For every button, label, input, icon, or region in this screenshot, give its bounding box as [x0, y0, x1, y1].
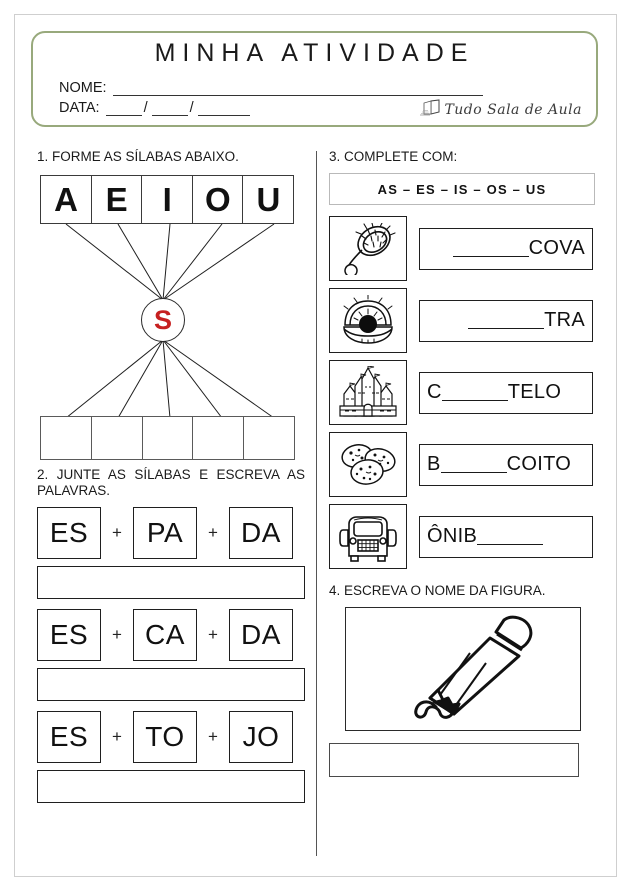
word-prefix: B — [427, 453, 441, 475]
left-column: 1. FORME AS SÍLABAS ABAIXO. A E I O U S … — [37, 149, 305, 813]
syllable-answer-box[interactable] — [243, 416, 296, 460]
syllable-box[interactable]: ES — [37, 711, 101, 763]
complete-item-row: ÔNIB — [329, 504, 595, 569]
figure-name-answer-bar[interactable] — [329, 743, 579, 777]
right-column: 3. COMPLETE COM: AS – ES – IS – OS – US — [329, 149, 595, 777]
syllable-answer-box[interactable] — [90, 416, 143, 460]
fill-blank[interactable] — [468, 312, 545, 329]
syllable-box[interactable]: ES — [37, 507, 101, 559]
word-prefix: C — [427, 381, 442, 403]
date-label: DATA: — [59, 100, 100, 116]
word-suffix: COVA — [528, 237, 585, 259]
date-field-row: DATA: / / — [59, 100, 250, 116]
date-separator-2: / — [189, 100, 194, 116]
complete-item-row: TRA — [329, 288, 595, 353]
syllable-box[interactable]: JO — [229, 711, 293, 763]
picture-frame — [329, 360, 407, 425]
syllable-answer-box[interactable] — [141, 416, 194, 460]
complete-item-row: C TELO — [329, 360, 595, 425]
page-title: MINHA ATIVIDADE — [154, 39, 475, 67]
plus-sign: + — [208, 523, 218, 542]
word-answer-bar[interactable] — [37, 770, 305, 803]
word-answer-bar[interactable] — [37, 668, 305, 701]
word-answer-bar[interactable] — [37, 566, 305, 599]
fill-blank[interactable] — [477, 528, 544, 545]
brand-name: Tudo Sala de Aula — [444, 102, 582, 118]
answer-word-box[interactable]: ÔNIB — [419, 515, 593, 558]
figure-frame — [345, 607, 581, 731]
picture-frame — [329, 504, 407, 569]
complete-item-row: COVA — [329, 216, 595, 281]
section4-instruction: 4. ESCREVA O NOME DA FIGURA. — [329, 583, 546, 598]
section2-row: ES + CA + DA — [37, 609, 305, 701]
section1-diagram: A E I O U S — [37, 173, 305, 463]
word-bank: AS – ES – IS – OS – US — [329, 173, 595, 205]
section2-instruction: 2. JUNTE AS SÍLABAS E ESCREVA AS PALAVRA… — [37, 467, 305, 498]
date-separator-1: / — [143, 100, 148, 116]
fill-blank[interactable] — [441, 384, 508, 401]
section3-instruction: 3. COMPLETE COM: — [329, 149, 458, 164]
plus-sign: + — [112, 625, 122, 644]
hairbrush-icon — [337, 222, 399, 275]
section2-row: ES + PA + DA — [37, 507, 305, 599]
answer-word-box[interactable]: COVA — [419, 227, 593, 270]
complete-item-row: B COITO — [329, 432, 595, 497]
syllable-equation-3: ES + TO + JO — [37, 711, 305, 763]
oyster-shell-icon — [337, 294, 399, 347]
name-label: NOME: — [59, 80, 107, 96]
syllable-box[interactable]: CA — [133, 609, 197, 661]
answer-word-box[interactable]: TRA — [419, 299, 593, 342]
plus-sign: + — [112, 727, 122, 746]
book-door-icon — [419, 99, 441, 121]
cookies-icon — [337, 439, 399, 491]
worksheet-page: MINHA ATIVIDADE NOME: DATA: / / Tudo Sala … — [14, 14, 617, 877]
date-month-input[interactable] — [151, 102, 188, 116]
answer-word-box[interactable]: B COITO — [419, 443, 593, 486]
plus-sign: + — [112, 523, 122, 542]
bus-icon — [337, 512, 399, 562]
date-day-input[interactable] — [105, 102, 142, 116]
brand-logo: Tudo Sala de Aula — [419, 99, 582, 121]
pencil-icon — [358, 612, 568, 727]
word-prefix: ÔNIB — [427, 525, 478, 547]
section1-instruction: 1. FORME AS SÍLABAS ABAIXO. — [37, 149, 239, 164]
column-divider — [316, 151, 317, 856]
syllable-answer-box[interactable] — [40, 416, 92, 460]
word-suffix: COITO — [506, 453, 572, 475]
picture-frame — [329, 432, 407, 497]
word-suffix: TELO — [507, 381, 562, 403]
date-year-input[interactable] — [197, 102, 250, 116]
syllable-answer-box[interactable] — [192, 416, 245, 460]
worksheet-header: MINHA ATIVIDADE NOME: DATA: / / Tudo Sala … — [31, 31, 598, 127]
center-letter-s: S — [141, 298, 185, 342]
syllable-answer-row — [40, 416, 296, 460]
fill-blank[interactable] — [440, 456, 507, 473]
section2-row: ES + TO + JO — [37, 711, 305, 803]
castle-icon — [337, 365, 399, 420]
picture-frame — [329, 216, 407, 281]
name-input-line[interactable] — [112, 82, 483, 96]
picture-frame — [329, 288, 407, 353]
syllable-box[interactable]: ES — [37, 609, 101, 661]
name-field-row: NOME: — [59, 80, 483, 96]
fill-blank[interactable] — [452, 240, 529, 257]
plus-sign: + — [208, 625, 218, 644]
syllable-box[interactable]: DA — [229, 609, 293, 661]
syllable-box[interactable]: TO — [133, 711, 197, 763]
word-suffix: TRA — [544, 309, 585, 331]
syllable-box[interactable]: PA — [133, 507, 197, 559]
answer-word-box[interactable]: C TELO — [419, 371, 593, 414]
syllable-equation-1: ES + PA + DA — [37, 507, 305, 559]
syllable-equation-2: ES + CA + DA — [37, 609, 305, 661]
syllable-box[interactable]: DA — [229, 507, 293, 559]
plus-sign: + — [208, 727, 218, 746]
